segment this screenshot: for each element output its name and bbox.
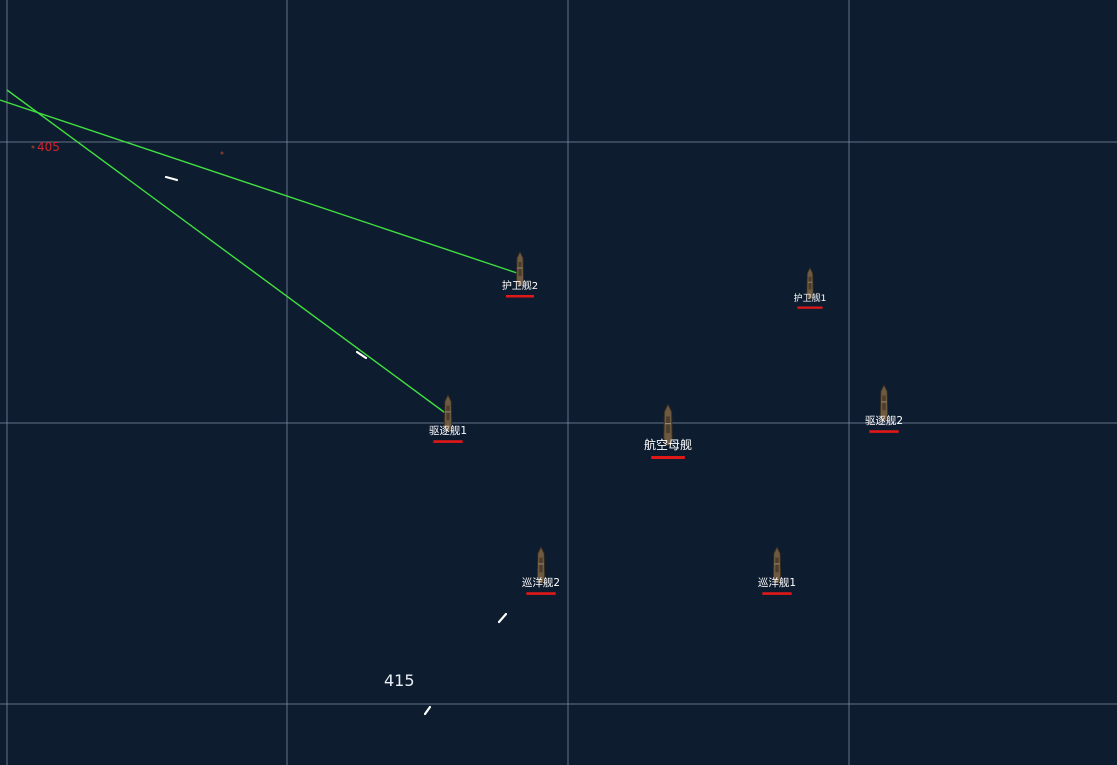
map-background	[0, 0, 1117, 765]
ship-label: 航空母舰	[644, 437, 692, 452]
contact-dot	[31, 145, 35, 149]
ship-health-bar	[506, 295, 534, 298]
ship-label: 驱逐舰2	[865, 414, 903, 427]
ship-label: 护卫舰1	[794, 292, 827, 304]
track-number-label[interactable]: 415	[384, 671, 415, 690]
contact-dot	[220, 151, 224, 155]
ship-label: 护卫舰2	[502, 279, 538, 292]
ship-health-bar	[526, 592, 556, 595]
ship-label: 巡洋舰1	[758, 576, 796, 589]
ship-health-bar	[797, 306, 823, 309]
ship-health-bar	[651, 456, 685, 459]
track-number-label[interactable]: 405	[37, 140, 60, 154]
ship-label: 巡洋舰2	[522, 576, 560, 589]
ship-health-bar	[869, 430, 899, 433]
ship-health-bar	[433, 440, 463, 443]
ship-label: 驱逐舰1	[429, 424, 467, 437]
tactical-map[interactable]: 405 415 护卫舰2 护卫舰1 驱逐舰1 航空母舰 驱逐舰2 巡洋舰2 巡洋舰1	[0, 0, 1117, 765]
ship-health-bar	[762, 592, 792, 595]
